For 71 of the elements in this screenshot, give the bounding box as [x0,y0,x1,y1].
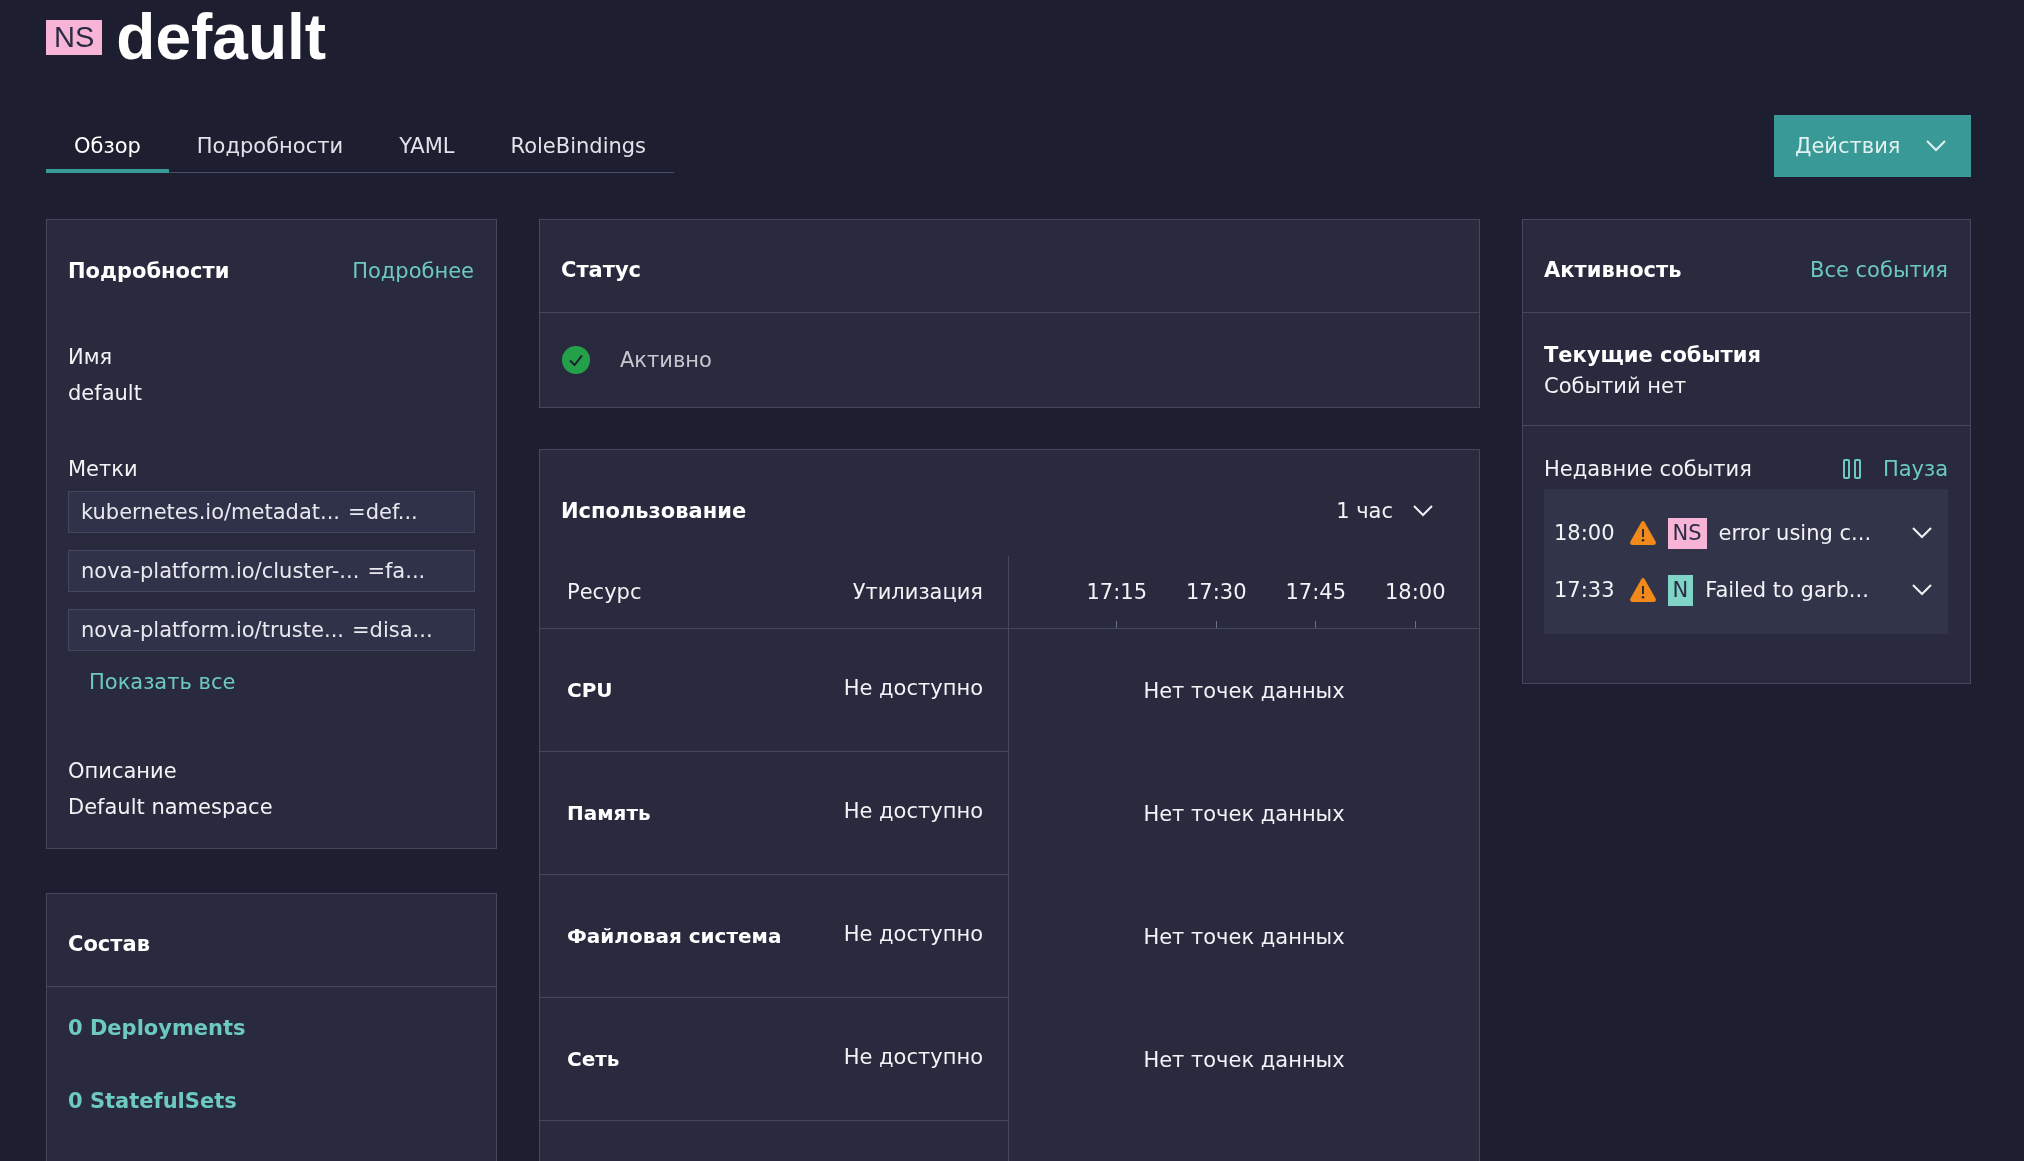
pause-icon [1842,459,1861,479]
tab[interactable]: Обзор [46,119,169,173]
resource-name: CPU [567,678,613,702]
tick-mark [1215,621,1217,628]
time-tick-label: 18:00 [1385,578,1446,606]
no-data-message: Нет точек данных [1143,678,1345,703]
utilization-value: Не доступно [843,922,983,946]
expand-button[interactable] [1912,527,1932,539]
status-text: Активно [620,348,712,372]
chevron-down-icon [1912,584,1932,596]
field-value: default [68,380,142,407]
section-title: Текущие события [1544,342,1761,369]
utilization-value: Не доступно [843,676,983,700]
field-label: Имя [68,344,113,371]
label-value: =disa... [352,618,433,642]
no-data-message: Нет точек данных [1143,924,1345,949]
tick-mark [1116,621,1118,628]
time-tick-label: 17:45 [1285,578,1346,606]
expand-button[interactable] [1912,584,1932,596]
resource-name: Файловая система [567,924,782,948]
chevron-down-icon [1912,527,1932,539]
resource-name: Память [567,801,651,825]
field-label: Метки [68,456,138,483]
event-message: Failed to garb... [1705,578,1869,602]
kind-badge: NS [1667,517,1707,549]
panel-title: Использование [561,499,747,523]
no-data-message: Нет точек данных [1143,1047,1345,1072]
label-key: kubernetes.io/metadat... [81,500,341,524]
tick-mark [1315,621,1317,628]
event-message: error using c... [1718,521,1872,545]
empty-message: Событий нет [1544,373,1687,400]
resource-name: Сеть [567,1047,620,1071]
page-title: default [116,5,327,69]
show-all-link[interactable]: Показать все [89,664,236,700]
column-header: Ресурс [567,580,642,604]
label-value: =def... [348,500,418,524]
label-key: nova-platform.io/truste... [81,618,344,642]
event-time: 17:33 [1554,578,1615,602]
tab[interactable]: RoleBindings [482,119,675,173]
kind-badge: N [1667,574,1694,606]
column-header: Утилизация [852,580,983,604]
field-label: Описание [68,758,177,785]
event-time: 18:00 [1554,521,1615,545]
warning-icon [1629,521,1656,545]
panel-title: Статус [561,258,642,282]
panel-title: Подробности [68,258,230,283]
chevron-down-icon [1413,505,1433,517]
field-value: Default namespace [68,794,273,821]
resource-count-link[interactable]: 0 StatefulSets [68,1083,237,1119]
tick-mark [1414,621,1416,628]
panel-title: Состав [68,932,150,956]
all-events-link[interactable]: Все события [1810,258,1948,282]
warning-icon [1629,578,1656,602]
panel-title: Активность [1544,258,1682,282]
time-range-dropdown[interactable]: 1 час [1336,499,1433,523]
tab[interactable]: YAML [371,119,483,173]
tab[interactable]: Подробности [168,119,372,173]
label-key: nova-platform.io/cluster-... [81,559,360,583]
utilization-value: Не доступно [843,1045,983,1069]
chevron-down-icon [1926,140,1946,152]
resource-count-link[interactable]: 0 Deployments [68,1010,246,1046]
kind-badge: NS [46,19,103,55]
pause-button[interactable]: Пауза [1842,457,1948,481]
details-link[interactable]: Подробнее [352,258,474,283]
time-tick-label: 17:15 [1086,578,1147,606]
no-data-message: Нет точек данных [1143,801,1345,826]
utilization-value: Не доступно [843,799,983,823]
label-value: =fa... [367,559,426,583]
section-title: Недавние события [1544,457,1752,481]
time-tick-label: 17:30 [1186,578,1247,606]
check-circle-icon [562,346,590,374]
